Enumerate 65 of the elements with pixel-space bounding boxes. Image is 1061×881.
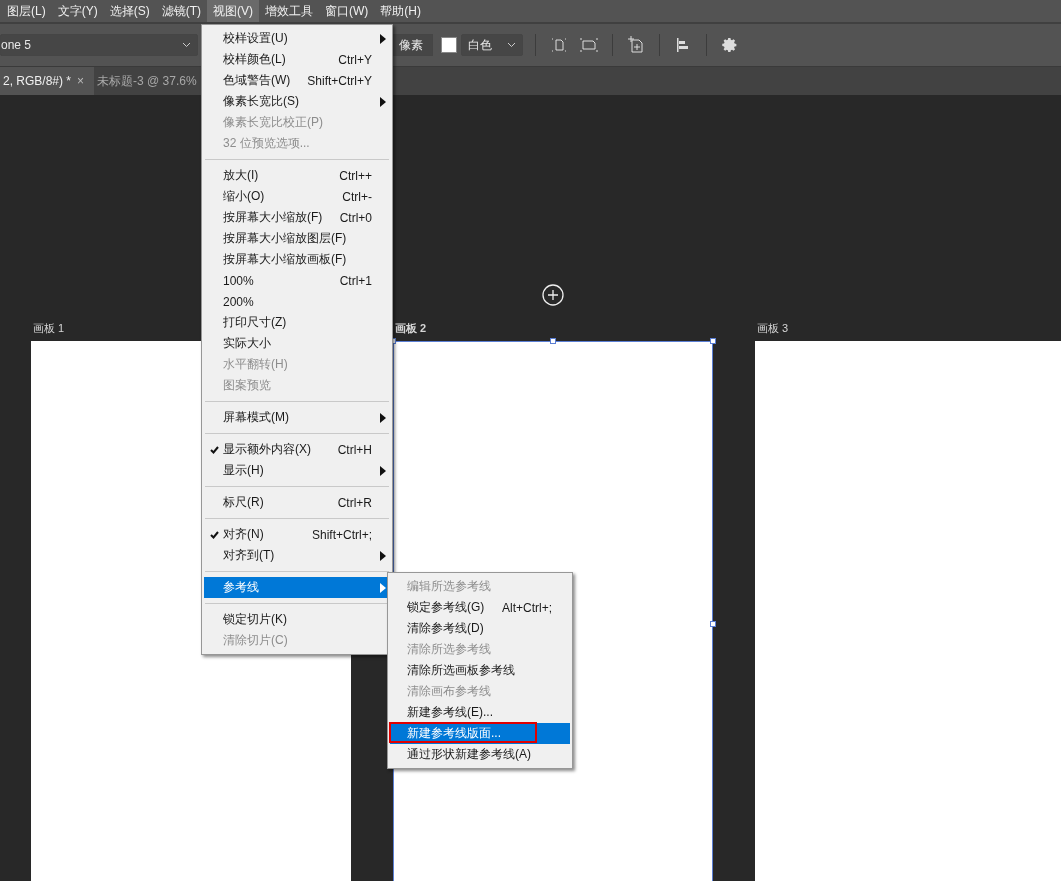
menu-bar-item[interactable]: 帮助(H) — [374, 0, 427, 22]
fill-dropdown[interactable]: 白色 — [461, 34, 523, 56]
menu-item: 32 位预览选项... — [222, 135, 311, 152]
menu-item[interactable]: 校样设置(U) — [204, 28, 390, 49]
chevron-icon — [182, 42, 191, 48]
menu-bar-item[interactable]: 图层(L) — [1, 0, 52, 22]
menu-item[interactable]: 锁定切片(K) — [204, 609, 390, 630]
menu-item[interactable]: 清除参考线(D) — [390, 618, 570, 639]
menu-item[interactable]: 新建参考线(E)... — [390, 702, 570, 723]
submenu-arrow-icon — [380, 551, 386, 561]
submenu-arrow-icon — [380, 466, 386, 476]
menu-item: 图案预览 — [222, 377, 272, 394]
submenu-arrow-icon — [380, 413, 386, 423]
menu-bar-item[interactable]: 滤镜(T) — [155, 0, 207, 22]
color-swatch[interactable] — [441, 37, 457, 53]
menu-bar-item[interactable]: 选择(S) — [103, 0, 156, 22]
menu-item[interactable]: 按屏幕大小缩放图层(F) — [204, 228, 390, 249]
submenu-arrow-icon — [380, 34, 386, 44]
menu-item[interactable]: 色域警告(W) Shift+Ctrl+Y — [204, 70, 390, 91]
submenu-arrow-icon — [380, 97, 386, 107]
menu-bar-item[interactable]: 增效工具 — [259, 0, 319, 22]
menu-item[interactable]: 标尺(R) Ctrl+R — [204, 492, 390, 513]
menu-item: 清除画布参考线 — [406, 683, 492, 700]
menu-item[interactable]: 按屏幕大小缩放(F) Ctrl+0 — [204, 207, 390, 228]
chevron-icon — [507, 42, 516, 48]
menu-item[interactable]: 实际大小 — [204, 333, 390, 354]
resize-handle[interactable] — [550, 338, 556, 344]
menu-item: 编辑所选参考线 — [406, 578, 492, 595]
submenu-arrow-icon — [380, 583, 386, 593]
menu-item[interactable]: 按屏幕大小缩放画板(F) — [204, 249, 390, 270]
menu-item[interactable]: 对齐(N) Shift+Ctrl+; — [204, 524, 390, 545]
menu-item[interactable]: 新建参考线版面... — [390, 723, 570, 744]
menu-item[interactable]: 100% Ctrl+1 — [204, 270, 390, 291]
resize-handle[interactable] — [710, 621, 716, 627]
menu-item: 水平翻转(H) — [222, 356, 289, 373]
menu-item[interactable]: 对齐到(T) — [204, 545, 390, 566]
menu-item: 像素长宽比校正(P) — [222, 114, 324, 131]
artboard-label: 画板 3 — [757, 321, 789, 336]
document-tab[interactable]: 2, RGB/8#) * × — [0, 67, 95, 95]
menu-item[interactable]: 屏幕模式(M) — [204, 407, 390, 428]
menu-item: 清除所选参考线 — [406, 641, 492, 658]
menu-bar-item[interactable]: 窗口(W) — [319, 0, 375, 22]
preset-dropdown[interactable]: one 5 — [0, 34, 198, 56]
menu-bar-item[interactable]: 视图(V) — [207, 0, 259, 22]
menu-item[interactable]: 参考线 — [204, 577, 390, 598]
menu-item[interactable]: 缩小(O) Ctrl+- — [204, 186, 390, 207]
close-button[interactable]: × — [77, 74, 85, 88]
menu-item[interactable]: 锁定参考线(G) Alt+Ctrl+; — [390, 597, 570, 618]
checkmark-icon — [210, 531, 219, 539]
menu-item: 清除切片(C) — [222, 632, 289, 649]
menu-item[interactable]: 200% — [204, 291, 390, 312]
menu-item[interactable]: 校样颜色(L) Ctrl+Y — [204, 49, 390, 70]
resize-handle[interactable] — [710, 338, 716, 344]
menu-bar-item[interactable]: 文字(Y) — [51, 0, 104, 22]
menu-item[interactable]: 通过形状新建参考线(A) — [390, 744, 570, 765]
menu-item[interactable]: 放大(I) Ctrl++ — [204, 165, 390, 186]
menu-item[interactable]: 像素长宽比(S) — [204, 91, 390, 112]
menu-item[interactable]: 清除所选画板参考线 — [390, 660, 570, 681]
menu-item[interactable]: 显示额外内容(X) Ctrl+H — [204, 439, 390, 460]
menu-item[interactable]: 打印尺寸(Z) — [204, 312, 390, 333]
artboard-label: 画板 2 — [395, 321, 427, 336]
checkmark-icon — [210, 446, 219, 454]
artboard-label: 画板 1 — [33, 321, 65, 336]
menu-item[interactable]: 显示(H) — [204, 460, 390, 481]
add-artboard-icon[interactable] — [542, 284, 564, 306]
